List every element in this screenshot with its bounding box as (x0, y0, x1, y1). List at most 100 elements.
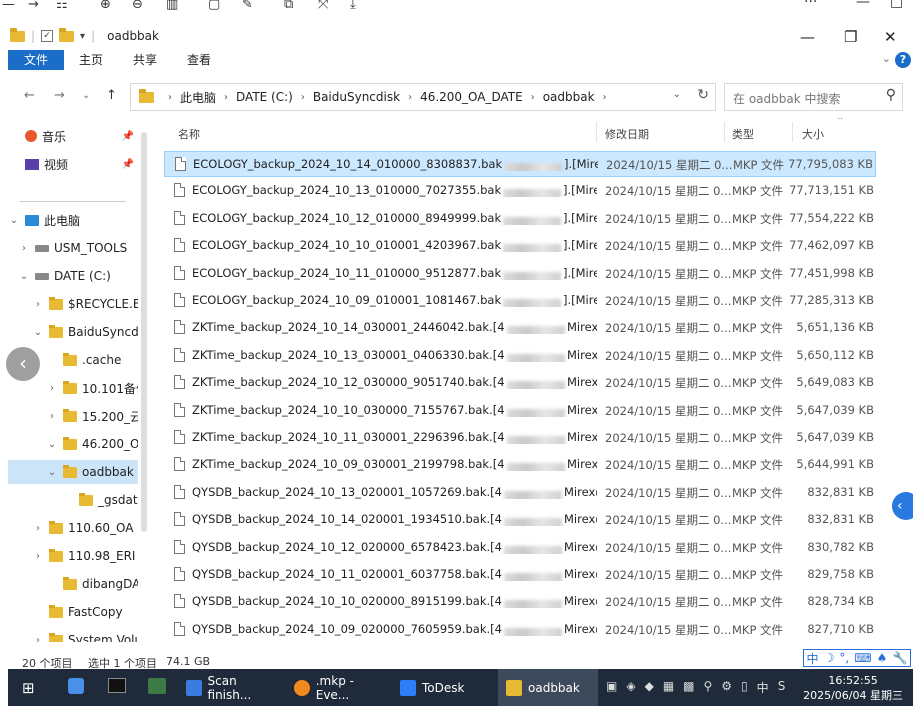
nav-item-music[interactable]: 音乐 📌 (8, 124, 138, 148)
taskbar-item-oadbbak[interactable]: oadbbak (498, 669, 598, 706)
window-maximize-button[interactable]: ❐ (844, 28, 857, 46)
forward-button[interactable]: → (54, 88, 65, 103)
taskbar-item-todesk[interactable]: ToDesk (392, 669, 496, 706)
up-button[interactable]: ↑ (106, 88, 117, 103)
tray-icon[interactable]: ◆ (645, 679, 654, 696)
arrow-right-icon[interactable]: → (28, 0, 39, 12)
chevron-right-icon[interactable]: › (46, 411, 58, 422)
square-icon[interactable]: ▢ (208, 0, 220, 12)
column-name[interactable]: 名称 (178, 126, 200, 142)
nav-item-baidusyncdisk[interactable]: ⌄ BaiduSyncd (8, 320, 138, 344)
file-row[interactable]: ZKTime_backup_2024_10_13_030001_0406330.… (164, 343, 876, 369)
nav-item-system-volume[interactable]: › System Volu (8, 628, 138, 642)
file-row[interactable]: QYSDB_backup_2024_10_10_020000_8915199.b… (164, 589, 876, 615)
chevron-down-icon[interactable]: ⌄ (18, 271, 30, 282)
tray-icon[interactable]: ⚲ (704, 679, 713, 696)
nav-item-date-c[interactable]: ⌄ DATE (C:) (8, 264, 138, 288)
nav-item-this-pc[interactable]: ⌄ 此电脑 (8, 208, 138, 232)
crop-icon[interactable]: ⧉ (284, 0, 293, 12)
refresh-icon[interactable]: ↻ (697, 87, 709, 103)
nav-item-110-98[interactable]: › 110.98_ERI (8, 544, 138, 568)
breadcrumb-drive[interactable]: DATE (C:) (236, 90, 293, 104)
breadcrumb-separator[interactable]: › (224, 92, 228, 103)
breadcrumb-separator[interactable]: › (603, 92, 607, 103)
expand-icon[interactable]: ⤧ (318, 0, 328, 12)
tab-file[interactable]: 文件 (8, 50, 65, 70)
window-close-button[interactable]: ✕ (884, 28, 897, 46)
chevron-right-icon[interactable]: › (32, 551, 44, 562)
tray-icon[interactable]: ⚙ (721, 679, 732, 696)
sort-ascending-icon[interactable]: ⌃ (836, 118, 844, 127)
breadcrumb-baidusyncdisk[interactable]: BaiduSyncdisk (313, 90, 400, 104)
taskbar-item-search[interactable]: .mkp - Eve... (286, 669, 390, 706)
wrench-icon[interactable]: 🔧 (892, 651, 907, 665)
chevron-right-icon[interactable]: › (32, 299, 44, 310)
edit-icon[interactable]: ✎ (242, 0, 253, 12)
keyboard-icon[interactable]: ⌨ (854, 651, 871, 665)
back-button[interactable]: ← (24, 88, 35, 103)
tab-view[interactable]: 查看 (172, 50, 226, 70)
previous-image-button[interactable]: ‹ (6, 347, 40, 381)
window-minimize-button[interactable]: — (800, 28, 815, 46)
column-type[interactable]: 类型 (732, 126, 754, 142)
file-row[interactable]: QYSDB_backup_2024_10_14_020001_1934510.b… (164, 507, 876, 533)
recent-locations-icon[interactable]: ⌄ (82, 90, 90, 101)
zoom-out-icon[interactable]: ⊖ (132, 0, 143, 12)
nav-item-fastcopy[interactable]: FastCopy (8, 600, 138, 624)
tray-icon[interactable]: ▦ (663, 679, 674, 696)
clock[interactable]: 16:52:55 2025/06/04 星期三 (803, 673, 903, 703)
file-row[interactable]: QYSDB_backup_2024_10_13_020001_1057269.b… (164, 480, 876, 506)
chevron-right-icon[interactable]: › (18, 243, 30, 254)
chevron-down-icon[interactable]: ⌄ (46, 439, 58, 450)
nav-item-dibang[interactable]: dibangDA (8, 572, 138, 596)
file-row[interactable]: ECOLOGY_backup_2024_10_13_010000_7027355… (164, 178, 876, 204)
nav-item-video[interactable]: 视频 📌 (8, 152, 138, 176)
ime-chinese-mode[interactable]: 中 (807, 650, 819, 667)
pin-icon[interactable]: 📌 (122, 159, 134, 170)
file-row[interactable]: ZKTime_backup_2024_10_09_030001_2199798.… (164, 452, 876, 478)
nav-scrollbar[interactable] (141, 132, 147, 532)
app-icon[interactable] (68, 678, 84, 694)
terminal-icon[interactable] (108, 678, 126, 693)
windows-start-icon[interactable]: ⊞ (22, 679, 35, 697)
battery-icon[interactable]: ▯ (741, 679, 748, 696)
breadcrumb-oadbbak[interactable]: oadbbak (543, 90, 595, 104)
tray-icon[interactable]: ◈ (626, 679, 635, 696)
properties-icon[interactable]: ✓ (41, 30, 54, 42)
chevron-right-icon[interactable]: › (32, 523, 44, 534)
chevron-down-icon[interactable]: ⌄ (32, 327, 44, 338)
customize-quick-access-icon[interactable]: ▾ (80, 31, 85, 42)
chevron-down-icon[interactable]: ⌄ (46, 467, 58, 478)
tray-icon[interactable]: ▩ (683, 679, 694, 696)
side-panel-button[interactable]: ‹ (892, 492, 913, 520)
tray-icon[interactable]: S (778, 679, 786, 696)
breadcrumb-separator[interactable]: › (168, 92, 172, 103)
column-date[interactable]: 修改日期 (605, 126, 649, 142)
nav-item-15-200[interactable]: › 15.200_云 (8, 404, 138, 428)
more-icon[interactable]: ··· (804, 0, 817, 10)
file-row[interactable]: ECOLOGY_backup_2024_10_14_010000_8308837… (164, 151, 876, 177)
tab-home[interactable]: 主页 (64, 50, 118, 70)
breadcrumb-this-pc[interactable]: 此电脑 (180, 89, 216, 106)
moon-icon[interactable]: ☽ (824, 651, 835, 665)
breadcrumb-separator[interactable]: › (531, 92, 535, 103)
minus-icon[interactable]: — (2, 0, 15, 12)
address-dropdown-icon[interactable]: ⌄ (673, 89, 681, 100)
ime-toolbar[interactable]: 中 ☽ °, ⌨ ♠ 🔧 (803, 649, 911, 667)
breadcrumb-separator[interactable]: › (301, 92, 305, 103)
column-size[interactable]: 大小 (802, 126, 824, 142)
taskbar-item-scan[interactable]: Scan finish... (178, 669, 282, 706)
tray-icon[interactable]: ▣ (606, 679, 617, 696)
file-row[interactable]: ECOLOGY_backup_2024_10_11_010000_9512877… (164, 261, 876, 287)
minimize-icon[interactable]: — (856, 0, 870, 10)
punctuation-icon[interactable]: °, (839, 651, 849, 665)
search-icon[interactable]: ⚲ (886, 87, 896, 103)
nav-item-oadbbak[interactable]: ⌄ oadbbak (8, 460, 138, 484)
tray-ime[interactable]: 中 (757, 679, 769, 696)
file-row[interactable]: ECOLOGY_backup_2024_10_10_010001_4203967… (164, 233, 876, 259)
help-icon[interactable]: ? (895, 52, 911, 68)
zoom-in-icon[interactable]: ⊕ (100, 0, 111, 12)
chevron-right-icon[interactable]: › (32, 635, 44, 643)
remote-app-icon[interactable] (148, 678, 166, 694)
file-row[interactable]: QYSDB_backup_2024_10_09_020000_7605959.b… (164, 617, 876, 643)
